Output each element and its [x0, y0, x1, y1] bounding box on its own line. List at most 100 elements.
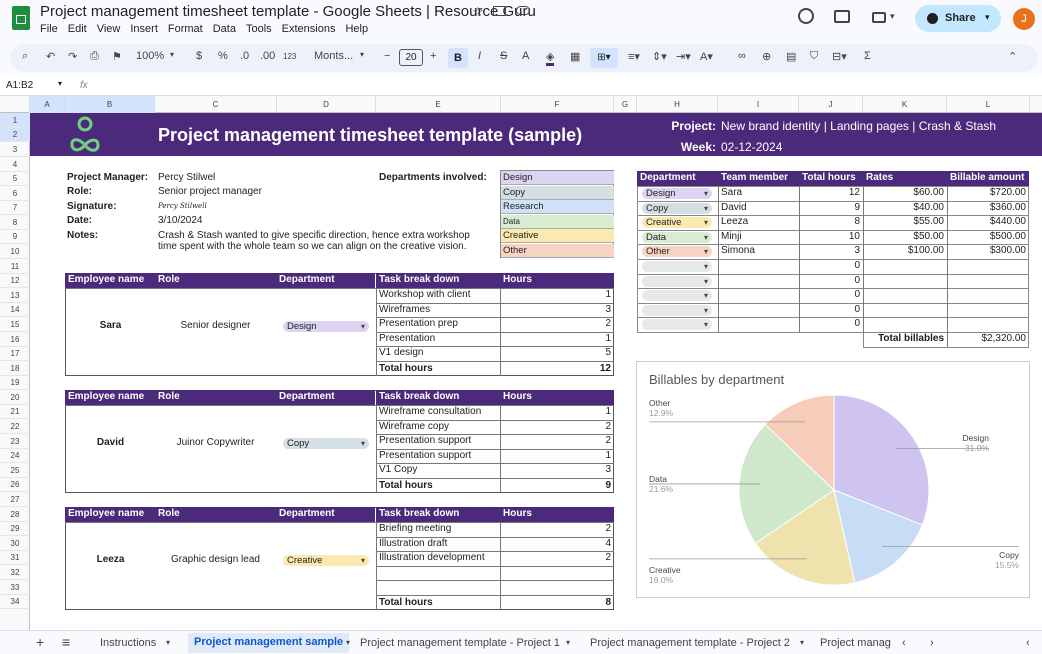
row-header-28[interactable]: 28	[0, 507, 30, 522]
bold-button[interactable]: B	[448, 48, 468, 68]
row-header-5[interactable]: 5	[0, 172, 30, 186]
row-header-22[interactable]: 22	[0, 419, 30, 434]
undo-icon[interactable]: ↶	[46, 50, 55, 63]
column-header-d[interactable]: D	[277, 96, 376, 113]
tab-menu-chevron-icon[interactable]: ▾	[800, 638, 804, 647]
column-header-b[interactable]: B	[65, 96, 155, 113]
row-header-31[interactable]: 31	[0, 551, 30, 565]
column-header-h[interactable]: H	[637, 96, 718, 113]
italic-button[interactable]: I	[478, 50, 481, 62]
name-box-chevron-icon[interactable]: ▾	[58, 79, 62, 88]
row-header-12[interactable]: 12	[0, 274, 30, 288]
row-header-10[interactable]: 10	[0, 244, 30, 259]
row-header-13[interactable]: 13	[0, 288, 30, 303]
row-header-20[interactable]: 20	[0, 390, 30, 405]
sheet-tab[interactable]: Instructions	[100, 637, 156, 649]
formula-input[interactable]	[96, 78, 1026, 93]
font-select[interactable]: Monts...	[314, 50, 353, 62]
row-header-3[interactable]: 3	[0, 142, 30, 157]
font-chevron-icon[interactable]: ▾	[360, 50, 364, 59]
column-header-c[interactable]: C	[155, 96, 277, 113]
strikethrough-button[interactable]: S	[500, 50, 507, 62]
percent-button[interactable]: %	[218, 50, 228, 62]
column-header-i[interactable]: I	[718, 96, 799, 113]
column-header-a[interactable]: A	[30, 96, 65, 113]
add-sheet-icon[interactable]: +	[36, 634, 44, 650]
sheets-logo-icon[interactable]	[12, 6, 30, 30]
billing-department-dropdown[interactable]	[642, 319, 712, 331]
chevron-down-icon[interactable]: ▾	[890, 11, 895, 22]
merge-cells-icon[interactable]: ⊞▾	[590, 48, 618, 68]
row-header-9[interactable]: 9	[0, 230, 30, 244]
menu-insert[interactable]: Insert	[130, 23, 158, 35]
column-header-f[interactable]: F	[501, 96, 614, 113]
increase-decimal-button[interactable]: .00	[260, 50, 275, 62]
avatar[interactable]: J	[1013, 8, 1035, 30]
borders-icon[interactable]: ▦	[570, 50, 580, 63]
zoom-select[interactable]: 100%	[136, 50, 164, 62]
search-menus-icon[interactable]: ⌕	[22, 50, 28, 63]
row-header-34[interactable]: 34	[0, 595, 30, 609]
redo-icon[interactable]: ↷	[68, 50, 77, 63]
row-header-15[interactable]: 15	[0, 317, 30, 332]
text-color-button[interactable]: A	[522, 50, 529, 62]
billing-department-dropdown[interactable]: Creative	[642, 217, 712, 229]
billing-department-dropdown[interactable]: Other	[642, 246, 712, 258]
scroll-tabs-left-icon[interactable]: ‹	[902, 637, 906, 649]
row-header-6[interactable]: 6	[0, 186, 30, 201]
explore-icon[interactable]: ‹	[1026, 637, 1030, 649]
pie-chart[interactable]: Billables by department Design 31.0% Copy 1…	[636, 361, 1030, 598]
meet-icon[interactable]	[872, 12, 886, 23]
scroll-tabs-right-icon[interactable]: ›	[930, 637, 934, 649]
column-header-l[interactable]: L	[947, 96, 1030, 113]
move-folder-icon[interactable]	[493, 6, 506, 16]
align-vertical-icon[interactable]: ⇕▾	[652, 50, 667, 63]
filter-icon[interactable]: ⛉	[810, 50, 818, 63]
row-header-24[interactable]: 24	[0, 449, 30, 463]
text-rotate-icon[interactable]: A▾	[700, 50, 713, 63]
sheet-tab[interactable]: Project manag	[820, 637, 891, 649]
print-icon[interactable]: ⎙	[90, 50, 99, 63]
billing-department-dropdown[interactable]: Data	[642, 231, 712, 243]
font-size-decrease-icon[interactable]: −	[384, 50, 390, 62]
share-chevron-icon[interactable]: ▾	[985, 12, 990, 23]
zoom-chevron-icon[interactable]: ▾	[170, 50, 174, 59]
sheet-tab[interactable]: Project management template - Project 1	[360, 637, 560, 649]
row-header-33[interactable]: 33	[0, 580, 30, 595]
billing-department-dropdown[interactable]	[642, 304, 712, 316]
number-format-button[interactable]: 123	[283, 52, 296, 61]
star-icon[interactable]: ☆	[472, 4, 484, 20]
text-wrap-icon[interactable]: ⇥▾	[676, 50, 691, 63]
billing-department-dropdown[interactable]: Design	[642, 188, 712, 199]
document-title[interactable]: Project management timesheet template - …	[40, 3, 536, 20]
row-header-29[interactable]: 29	[0, 522, 30, 536]
select-all-corner[interactable]	[0, 96, 30, 113]
column-header-e[interactable]: E	[376, 96, 501, 113]
row-header-2[interactable]: 2	[0, 128, 30, 142]
row-header-26[interactable]: 26	[0, 478, 30, 492]
row-header-32[interactable]: 32	[0, 565, 30, 580]
row-header-18[interactable]: 18	[0, 361, 30, 376]
functions-button[interactable]: Σ	[864, 50, 871, 62]
decrease-decimal-button[interactable]: .0	[240, 50, 249, 62]
row-header-14[interactable]: 14	[0, 303, 30, 317]
row-header-21[interactable]: 21	[0, 405, 30, 419]
paint-format-icon[interactable]: ⚑	[112, 50, 122, 63]
billing-department-dropdown[interactable]	[642, 275, 712, 287]
menu-extensions[interactable]: Extensions	[282, 23, 336, 35]
sheet-tab[interactable]: Project management template - Project 2	[590, 637, 790, 649]
menu-view[interactable]: View	[97, 23, 121, 35]
row-header-8[interactable]: 8	[0, 215, 30, 230]
name-box[interactable]: A1:B2	[6, 80, 33, 91]
department-dropdown[interactable]: Creative	[283, 555, 369, 567]
cloud-status-icon[interactable]	[516, 6, 530, 15]
tab-menu-chevron-icon[interactable]: ▾	[166, 638, 170, 647]
collapse-toolbar-icon[interactable]: ⌃	[1008, 50, 1017, 63]
align-horizontal-icon[interactable]: ≡▾	[628, 50, 640, 63]
billing-department-dropdown[interactable]: Copy	[642, 202, 712, 214]
currency-button[interactable]: $	[196, 50, 202, 62]
insert-chart-icon[interactable]: ▤	[786, 50, 796, 63]
menu-tools[interactable]: Tools	[246, 23, 272, 35]
row-header-19[interactable]: 19	[0, 376, 30, 390]
font-size-increase-icon[interactable]: +	[430, 50, 436, 62]
